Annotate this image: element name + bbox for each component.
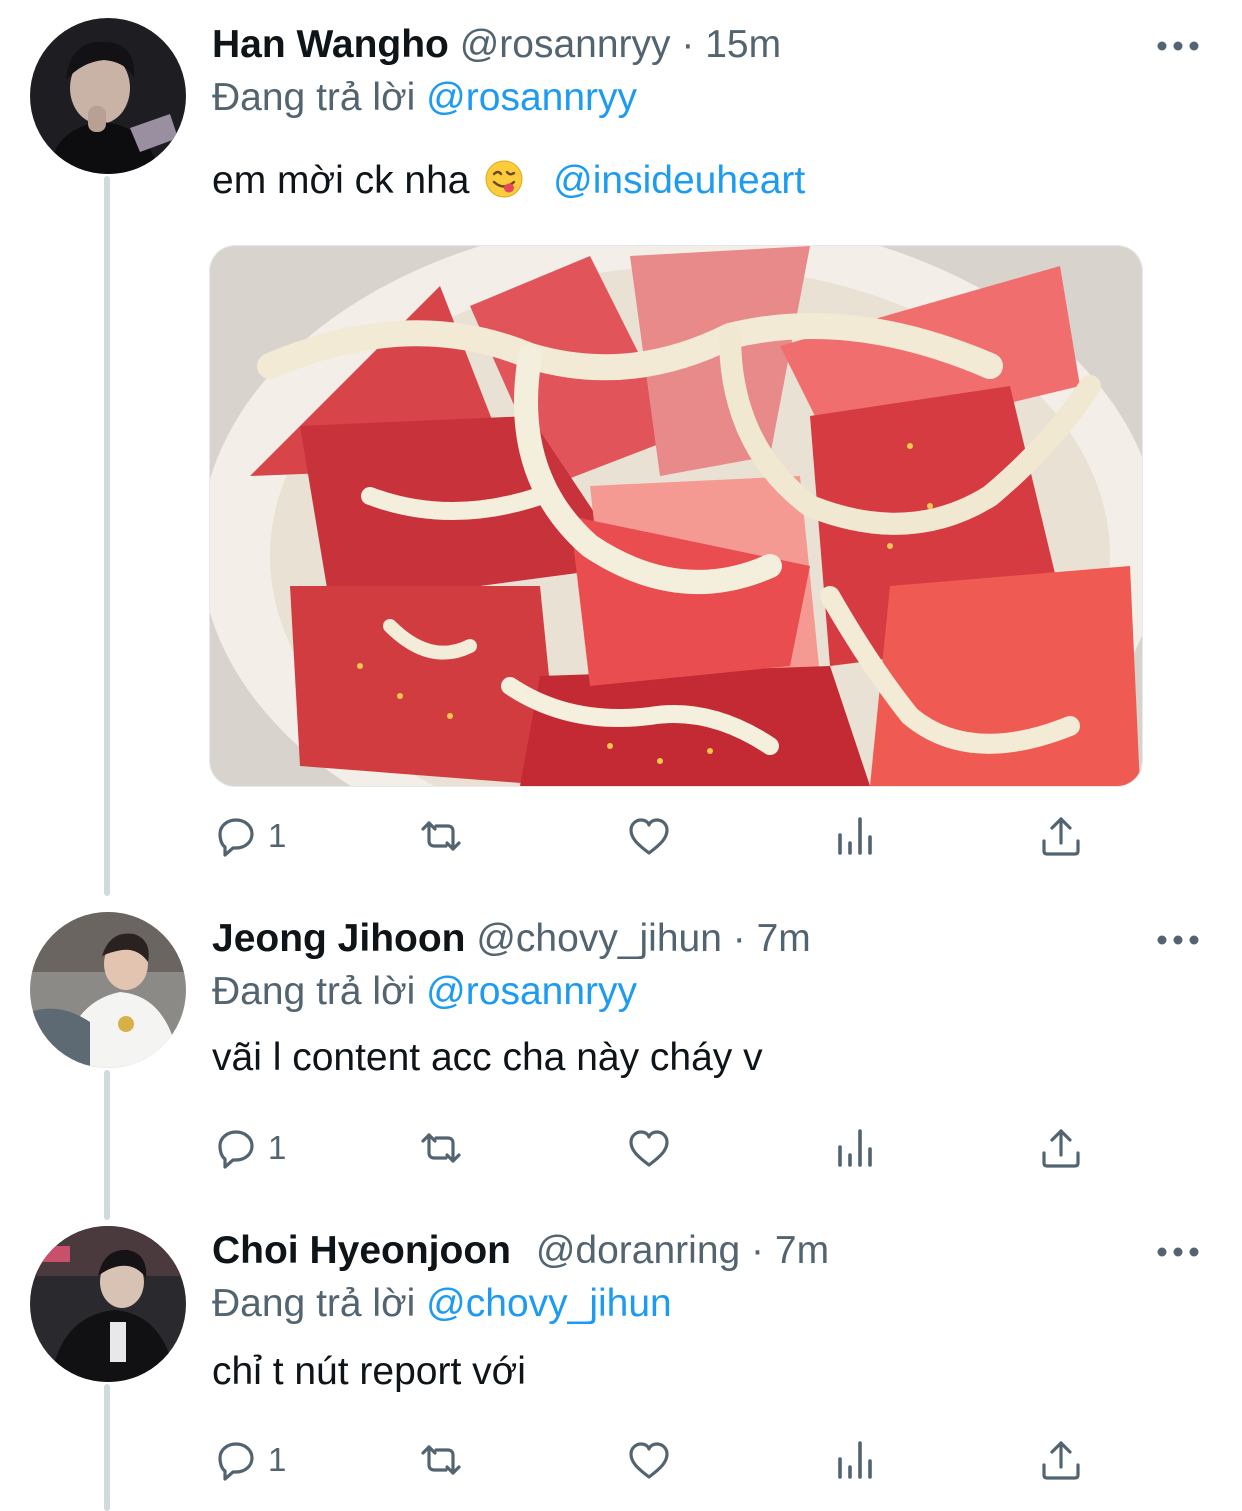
reply-icon: [218, 1130, 254, 1169]
reply-icon: [218, 818, 254, 857]
tweet-text: em mời ck nha @insideuheart: [212, 157, 805, 205]
like-button[interactable]: [626, 1432, 672, 1488]
like-button[interactable]: [626, 1120, 672, 1176]
separator-dot: ·: [751, 1229, 765, 1272]
reply-button[interactable]: 1: [212, 1120, 286, 1176]
tweet-card[interactable]: Han Wangho @rosannryy · 15m Đang trả lời…: [0, 0, 1242, 900]
tweet-media-image[interactable]: [209, 245, 1143, 787]
retweet-button[interactable]: [418, 808, 464, 864]
replying-to-link[interactable]: @chovy_jihun: [426, 1282, 672, 1325]
avatar[interactable]: [30, 1226, 186, 1382]
replying-to-line: Đang trả lời @rosannryy: [212, 968, 637, 1016]
tweet-actions: 1: [212, 1120, 1092, 1176]
tweet-header: Han Wangho @rosannryy · 15m: [212, 21, 781, 69]
like-icon: [629, 818, 669, 855]
retweet-icon: [421, 821, 461, 851]
author-name[interactable]: Han Wangho: [212, 23, 449, 66]
author-handle[interactable]: @chovy_jihun: [476, 917, 722, 960]
tweet-card[interactable]: Choi Hyeonjoon @doranring · 7m Đang trả …: [0, 1212, 1242, 1511]
retweet-icon: [421, 1445, 461, 1475]
tweet-header: Choi Hyeonjoon @doranring · 7m: [212, 1227, 829, 1275]
reply-count: 1: [268, 817, 287, 854]
reply-button[interactable]: 1: [212, 1432, 286, 1488]
reply-count: 1: [268, 1441, 287, 1478]
tweet-time[interactable]: 7m: [775, 1229, 829, 1272]
reply-button[interactable]: 1: [212, 808, 286, 864]
mention-link[interactable]: @insideuheart: [553, 159, 805, 202]
tweet-text: vãi l content acc cha này cháy v: [212, 1036, 763, 1079]
analytics-icon: [838, 1441, 872, 1479]
replying-label: Đang trả lời: [212, 76, 416, 119]
share-icon: [1042, 1129, 1080, 1168]
tweet-actions: 1: [212, 808, 1092, 864]
like-icon: [629, 1130, 669, 1167]
face-savoring-food-icon: [484, 159, 524, 199]
analytics-icon: [838, 817, 872, 855]
reply-icon: [218, 1442, 254, 1481]
avatar[interactable]: [30, 912, 186, 1068]
replying-label: Đang trả lời: [212, 1282, 416, 1325]
author-name[interactable]: Choi Hyeonjoon: [212, 1229, 511, 1272]
retweet-icon: [421, 1133, 461, 1163]
share-icon: [1042, 817, 1080, 856]
replying-to-link[interactable]: @rosannryy: [426, 970, 637, 1013]
replying-label: Đang trả lời: [212, 970, 416, 1013]
tweet-text: chỉ t nút report với: [212, 1350, 526, 1393]
tweet-time[interactable]: 7m: [757, 917, 811, 960]
author-name[interactable]: Jeong Jihoon: [212, 917, 466, 960]
tweet-time[interactable]: 15m: [705, 23, 781, 66]
more-icon[interactable]: [1156, 930, 1200, 950]
replying-to-link[interactable]: @rosannryy: [426, 76, 637, 119]
share-button[interactable]: [1038, 1120, 1084, 1176]
more-icon[interactable]: [1156, 36, 1200, 56]
tweet-text-content: em mời ck nha: [212, 159, 470, 202]
retweet-button[interactable]: [418, 1432, 464, 1488]
like-icon: [629, 1442, 669, 1479]
separator-dot: ·: [681, 23, 695, 66]
analytics-icon: [838, 1129, 872, 1167]
analytics-button[interactable]: [832, 808, 878, 864]
more-icon[interactable]: [1156, 1242, 1200, 1262]
retweet-button[interactable]: [418, 1120, 464, 1176]
share-button[interactable]: [1038, 1432, 1084, 1488]
author-handle[interactable]: @doranring: [536, 1229, 740, 1272]
replying-to-line: Đang trả lời @rosannryy: [212, 74, 637, 122]
tweet-card[interactable]: Jeong Jihoon @chovy_jihun · 7m Đang trả …: [0, 900, 1242, 1210]
analytics-button[interactable]: [832, 1120, 878, 1176]
share-icon: [1042, 1441, 1080, 1480]
analytics-button[interactable]: [832, 1432, 878, 1488]
separator-dot: ·: [732, 917, 746, 960]
author-handle[interactable]: @rosannryy: [460, 23, 671, 66]
replying-to-line: Đang trả lời @chovy_jihun: [212, 1280, 672, 1328]
like-button[interactable]: [626, 808, 672, 864]
reply-count: 1: [268, 1129, 287, 1166]
tweet-actions: 1: [212, 1432, 1092, 1488]
tweet-header: Jeong Jihoon @chovy_jihun · 7m: [212, 915, 811, 963]
share-button[interactable]: [1038, 808, 1084, 864]
avatar[interactable]: [30, 18, 186, 174]
